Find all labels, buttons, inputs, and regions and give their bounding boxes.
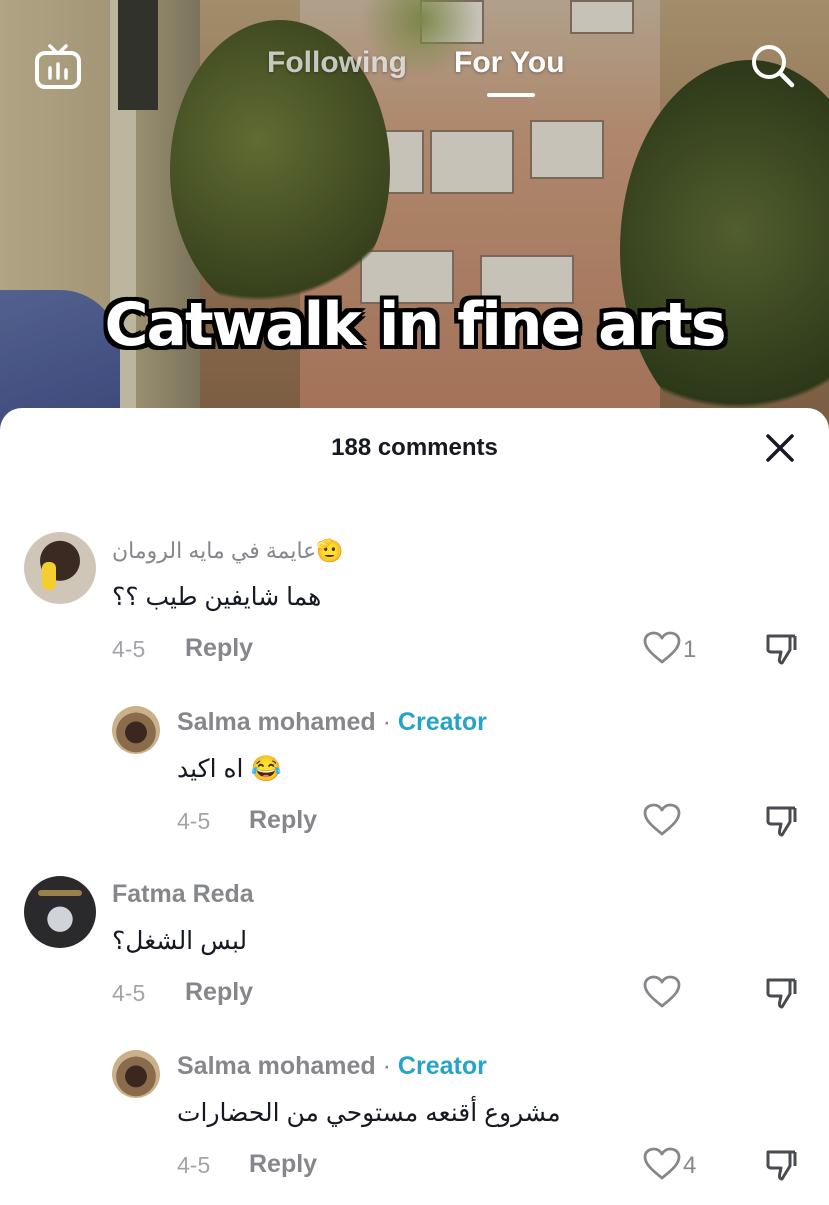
reply-item: Salma mohamed · Creator مشروع أقنعه مستو… [0,1048,829,1188]
dislike-icon[interactable] [764,632,798,666]
comment-item: Fatma Reda لبس الشغل؟ 4-5 Reply [0,876,829,1016]
comments-sheet: 188 comments عايمة في مايه الرومان🫡 هما … [0,408,829,1205]
heart-icon[interactable] [643,803,681,837]
comments-count-title: 188 comments [331,434,498,461]
comment-username[interactable]: عايمة في مايه الرومان🫡 [112,538,344,564]
reply-button[interactable]: Reply [249,1150,317,1179]
comment-date: 4-5 [112,636,146,662]
comment-text: هما شايفين طيب ؟؟ [112,583,322,611]
heart-icon[interactable] [643,1147,681,1181]
avatar[interactable] [112,1050,160,1098]
tab-for-you[interactable]: For You [454,46,565,80]
creator-badge: Creator [397,708,487,736]
comment-text: مشروع أقنعه مستوحي من الحضارات [177,1099,561,1127]
heart-icon[interactable] [643,975,681,1009]
comment-item: عايمة في مايه الرومان🫡 هما شايفين طيب ؟؟… [0,532,829,672]
comment-text: 😂 اه اكيد [177,755,282,783]
avatar[interactable] [24,876,96,948]
comment-username[interactable]: Salma mohamed [177,708,376,736]
comment-username[interactable]: Salma mohamed [177,1052,376,1080]
heart-icon[interactable] [643,631,681,665]
active-tab-indicator [487,93,535,97]
reply-item: Salma mohamed · Creator 😂 اه اكيد 4-5 Re… [0,704,829,844]
separator: · [382,708,391,736]
search-icon[interactable] [749,42,795,88]
comment-date: 4-5 [177,808,211,834]
comment-date: 4-5 [112,980,146,1006]
avatar[interactable] [24,532,96,604]
tab-following[interactable]: Following [267,46,407,80]
video-caption: Catwalk in fine arts [104,290,726,360]
comment-date: 4-5 [177,1152,211,1178]
dislike-icon[interactable] [764,1148,798,1182]
reply-button[interactable]: Reply [185,978,253,1007]
dislike-icon[interactable] [764,804,798,838]
comment-username[interactable]: Fatma Reda [112,880,254,909]
comment-text: لبس الشغل؟ [112,927,248,955]
comment-username-row: Salma mohamed · Creator [177,708,487,737]
tv-icon[interactable] [34,42,82,90]
separator: · [382,1052,391,1080]
reply-button[interactable]: Reply [185,634,253,663]
comment-username-row: Salma mohamed · Creator [177,1052,487,1081]
like-count: 4 [683,1152,697,1179]
dislike-icon[interactable] [764,976,798,1010]
like-count: 1 [683,636,697,663]
avatar[interactable] [112,706,160,754]
video-player[interactable] [0,0,829,430]
reply-button[interactable]: Reply [249,806,317,835]
creator-badge: Creator [397,1052,487,1080]
close-icon[interactable] [762,430,798,466]
